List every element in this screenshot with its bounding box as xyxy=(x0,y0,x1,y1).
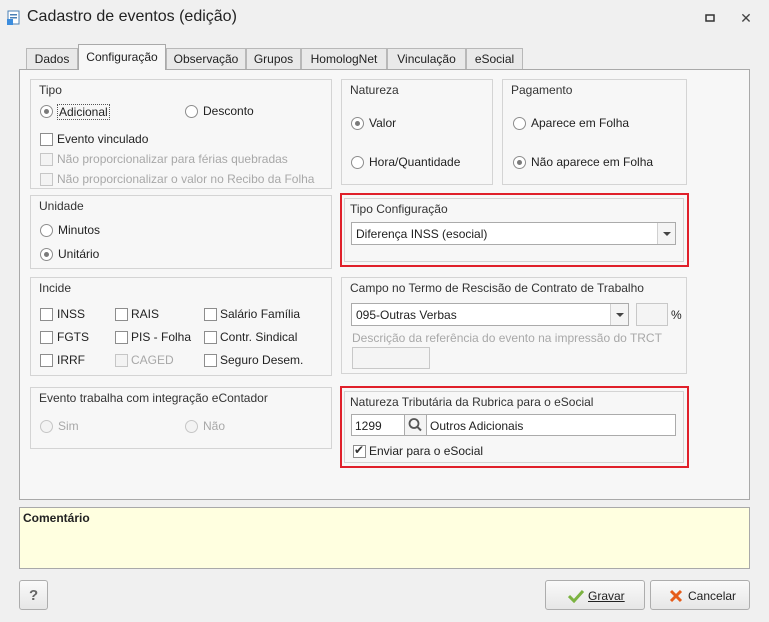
seguro-desem-checkbox[interactable] xyxy=(204,354,217,367)
nao-prop-recibo-checkbox[interactable] xyxy=(40,173,53,186)
salario-familia-checkbox[interactable] xyxy=(204,308,217,321)
adicional-radio[interactable] xyxy=(40,105,53,118)
caged-checkbox[interactable] xyxy=(115,354,128,367)
contr-sindical-label: Contr. Sindical xyxy=(220,330,298,344)
unitario-label: Unitário xyxy=(58,247,100,261)
adicional-label: Adicional xyxy=(57,104,110,120)
nao-radio[interactable] xyxy=(185,420,198,433)
tipo-configuracao-select[interactable]: Diferença INSS (esocial) xyxy=(351,222,676,245)
search-icon xyxy=(408,418,422,432)
tipo-configuracao-value: Diferença INSS (esocial) xyxy=(356,227,488,241)
inss-label: INSS xyxy=(57,307,86,321)
nao-label: Não xyxy=(203,419,226,433)
tab-vinculacao[interactable]: Vinculação xyxy=(387,48,466,70)
check-icon xyxy=(568,589,584,603)
irrf-checkbox[interactable] xyxy=(40,354,53,367)
help-button[interactable]: ? xyxy=(19,580,48,610)
cancelar-label: Cancelar xyxy=(688,589,737,603)
valor-label: Valor xyxy=(369,116,397,130)
comment-title: Comentário xyxy=(23,511,90,525)
nao-prop-ferias-checkbox[interactable] xyxy=(40,153,53,166)
desconto-radio[interactable] xyxy=(185,105,198,118)
pis-folha-label: PIS - Folha xyxy=(131,330,192,344)
app-icon xyxy=(6,10,22,26)
tab-configuracao[interactable]: Configuração xyxy=(78,44,166,70)
evento-vinculado-checkbox[interactable] xyxy=(40,133,53,146)
nao-prop-ferias-label: Não proporcionalizar para férias quebrad… xyxy=(57,152,288,166)
comment-area[interactable]: Comentário xyxy=(19,507,750,569)
pis-folha-checkbox[interactable] xyxy=(115,331,128,344)
tab-esocial[interactable]: eSocial xyxy=(466,48,523,70)
contr-sindical-checkbox[interactable] xyxy=(204,331,217,344)
campo-trct-title: Campo no Termo de Rescisão de Contrato d… xyxy=(350,281,644,295)
rais-checkbox[interactable] xyxy=(115,308,128,321)
search-button[interactable] xyxy=(404,414,427,436)
campo-trct-select[interactable]: 095-Outras Verbas xyxy=(351,303,629,326)
econtador-group: Evento trabalha com integração eContador xyxy=(30,387,332,449)
econtador-title: Evento trabalha com integração eContador xyxy=(39,391,268,405)
enviar-esocial-checkbox[interactable] xyxy=(353,443,366,458)
unidade-title: Unidade xyxy=(39,199,84,213)
nao-aparece-em-folha-radio[interactable] xyxy=(513,156,526,169)
sim-label: Sim xyxy=(58,419,79,433)
tab-homolognet[interactable]: HomologNet xyxy=(301,48,387,70)
help-label: ? xyxy=(29,587,39,604)
nao-aparece-em-folha-label: Não aparece em Folha xyxy=(531,155,654,169)
gravar-label: Gravar xyxy=(588,589,625,603)
cancel-icon xyxy=(669,589,683,603)
trct-descricao-label: Descrição da referência do evento na imp… xyxy=(352,331,662,345)
rais-label: RAIS xyxy=(131,307,160,321)
irrf-label: IRRF xyxy=(57,353,85,367)
natureza-description-input[interactable]: Outros Adicionais xyxy=(426,414,676,436)
percent-label: % xyxy=(671,308,682,322)
chevron-down-icon[interactable] xyxy=(657,223,675,244)
trct-descricao-input[interactable] xyxy=(352,347,430,369)
minutos-radio[interactable] xyxy=(40,224,53,237)
unitario-radio[interactable] xyxy=(40,248,53,261)
percent-input[interactable] xyxy=(636,303,668,326)
enviar-esocial-label: Enviar para o eSocial xyxy=(369,444,484,458)
tab-dados[interactable]: Dados xyxy=(26,48,78,70)
fgts-checkbox[interactable] xyxy=(40,331,53,344)
natureza-group: Natureza xyxy=(341,79,493,185)
chevron-down-icon[interactable] xyxy=(610,304,628,325)
close-icon[interactable]: ✕ xyxy=(736,9,756,27)
gravar-button[interactable]: Gravar xyxy=(545,580,645,610)
salario-familia-label: Salário Família xyxy=(220,307,301,321)
caged-label: CAGED xyxy=(131,353,174,367)
restore-icon[interactable] xyxy=(700,9,720,27)
nao-prop-recibo-label: Não proporcionalizar o valor no Recibo d… xyxy=(57,172,315,186)
minutos-label: Minutos xyxy=(58,223,101,237)
cancelar-button[interactable]: Cancelar xyxy=(650,580,750,610)
seguro-desem-label: Seguro Desem. xyxy=(220,353,304,367)
campo-trct-value: 095-Outras Verbas xyxy=(356,308,457,322)
window-title: Cadastro de eventos (edição) xyxy=(27,8,237,25)
natureza-code-value: 1299 xyxy=(355,419,382,433)
pagamento-group: Pagamento xyxy=(502,79,687,185)
tipo-title: Tipo xyxy=(39,83,62,97)
incide-title: Incide xyxy=(39,281,72,295)
evento-vinculado-label: Evento vinculado xyxy=(57,132,149,146)
natureza-description-value: Outros Adicionais xyxy=(430,419,524,433)
desconto-label: Desconto xyxy=(203,104,254,118)
natureza-title: Natureza xyxy=(350,83,399,97)
tab-grupos[interactable]: Grupos xyxy=(246,48,301,70)
fgts-label: FGTS xyxy=(57,330,89,344)
aparece-em-folha-label: Aparece em Folha xyxy=(531,116,630,130)
natureza-code-input[interactable]: 1299 xyxy=(351,414,405,436)
inss-checkbox[interactable] xyxy=(40,308,53,321)
tab-observacao[interactable]: Observação xyxy=(166,48,246,70)
valor-radio[interactable] xyxy=(351,117,364,130)
aparece-em-folha-radio[interactable] xyxy=(513,117,526,130)
sim-radio[interactable] xyxy=(40,420,53,433)
hora-quantidade-label: Hora/Quantidade xyxy=(369,155,461,169)
pagamento-title: Pagamento xyxy=(511,83,573,97)
hora-quantidade-radio[interactable] xyxy=(351,156,364,169)
